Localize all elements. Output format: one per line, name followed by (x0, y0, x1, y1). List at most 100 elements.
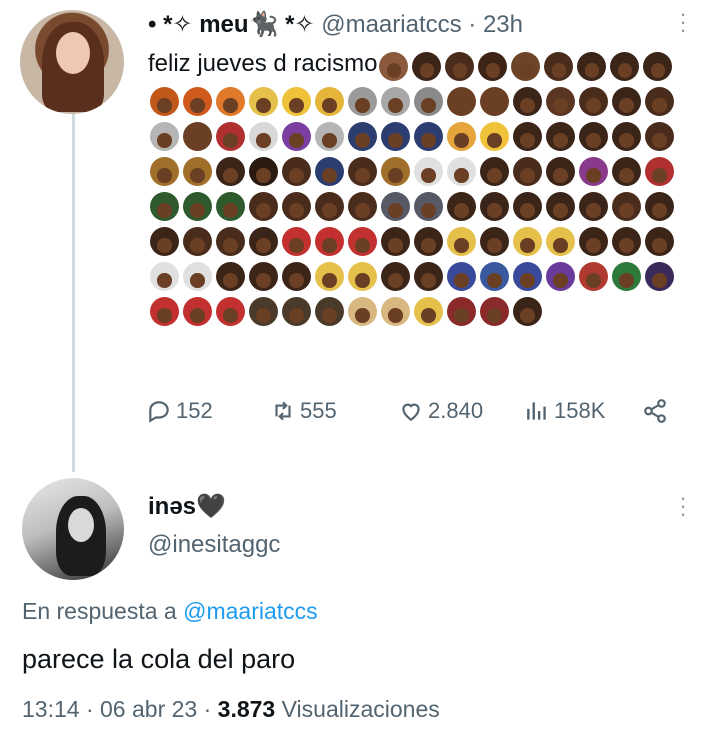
person-emoji-icon (445, 51, 475, 81)
person-emoji-icon (447, 261, 476, 291)
more-options-icon[interactable]: · · · (678, 3, 688, 41)
tweet-header: inəs🖤 @inesitaggc (148, 492, 280, 559)
person-emoji-icon (315, 86, 344, 116)
person-emoji-icon (414, 191, 443, 221)
person-emoji-icon (414, 261, 443, 291)
person-emoji-icon (480, 191, 509, 221)
like-count: 2.840 (428, 398, 484, 423)
reply-button[interactable]: 152 (146, 398, 213, 424)
person-emoji-icon (513, 261, 542, 291)
person-emoji-icon (645, 86, 674, 116)
tweet-text: feliz jueves d racismo (148, 46, 688, 326)
person-emoji-icon (381, 191, 410, 221)
person-emoji-icon (414, 226, 443, 256)
person-emoji-icon (579, 191, 608, 221)
person-emoji-icon (480, 296, 509, 326)
person-emoji-icon (348, 191, 377, 221)
person-emoji-icon (447, 121, 476, 151)
timestamp[interactable]: 23h (483, 11, 523, 38)
person-emoji-icon (643, 51, 673, 81)
reply-context: En respuesta a @maariatccs (22, 598, 318, 625)
person-emoji-icon (447, 191, 476, 221)
person-emoji-icon (216, 121, 245, 151)
person-emoji-icon (282, 296, 311, 326)
person-emoji-icon (579, 86, 608, 116)
person-emoji-icon (381, 156, 410, 186)
person-emoji-icon (513, 191, 542, 221)
person-emoji-icon (579, 121, 608, 151)
person-emoji-icon (579, 261, 608, 291)
person-emoji-icon (249, 261, 278, 291)
person-emoji-icon (249, 296, 278, 326)
tweet-date[interactable]: 06 abr 23 (100, 696, 197, 722)
tweet-actions: 152 555 2.840 158K (146, 398, 686, 434)
person-emoji-icon (546, 86, 575, 116)
person-emoji-icon (513, 86, 542, 116)
person-emoji-icon (645, 261, 674, 291)
tweet-text: parece la cola del paro (22, 644, 296, 674)
person-emoji-icon (414, 156, 443, 186)
person-emoji-icon (612, 226, 641, 256)
person-emoji-icon (315, 191, 344, 221)
person-emoji-icon (546, 121, 575, 151)
share-icon (644, 399, 666, 423)
display-name[interactable]: • *✧ meu🐈‍⬛ *✧ (148, 11, 315, 38)
avatar-face (68, 508, 94, 542)
person-emoji-icon (381, 261, 410, 291)
person-emoji-icon (480, 156, 509, 186)
person-emoji-icon (480, 121, 509, 151)
display-name[interactable]: inəs🖤 (148, 492, 280, 521)
share-button[interactable] (642, 398, 668, 424)
person-emoji-icon (216, 226, 245, 256)
person-emoji-icon (150, 156, 179, 186)
person-emoji-icon (282, 156, 311, 186)
person-emoji-icon (249, 86, 278, 116)
avatar-face (56, 32, 90, 74)
tweet-text-content: feliz jueves d racismo (148, 50, 378, 77)
person-emoji-icon (348, 121, 377, 151)
person-emoji-icon (282, 86, 311, 116)
person-emoji-icon (183, 156, 212, 186)
person-emoji-icon (412, 51, 442, 81)
person-emoji-icon (315, 226, 344, 256)
person-emoji-icon (612, 121, 641, 151)
person-emoji-icon (216, 86, 245, 116)
retweet-count: 555 (300, 398, 337, 423)
person-emoji-icon (513, 226, 542, 256)
like-button[interactable]: 2.840 (398, 398, 483, 424)
person-emoji-icon (249, 191, 278, 221)
more-options-icon[interactable]: · · · (678, 487, 688, 525)
person-emoji-icon (645, 226, 674, 256)
person-emoji-icon (282, 191, 311, 221)
person-emoji-icon (249, 226, 278, 256)
person-emoji-icon (183, 86, 212, 116)
retweet-button[interactable]: 555 (270, 398, 337, 424)
person-emoji-icon (546, 226, 575, 256)
avatar[interactable] (20, 10, 124, 114)
views-button[interactable]: 158K (524, 398, 605, 424)
separator-dot: · (468, 11, 477, 38)
person-emoji-icon (249, 156, 278, 186)
username[interactable]: @inesitaggc (148, 531, 280, 559)
person-emoji-icon (546, 191, 575, 221)
person-emoji-icon (150, 86, 179, 116)
tweet-time[interactable]: 13:14 (22, 696, 80, 722)
person-emoji-icon (315, 156, 344, 186)
person-emoji-icon (447, 86, 476, 116)
person-emoji-icon (381, 226, 410, 256)
person-emoji-icon (216, 261, 245, 291)
emoji-list (148, 50, 676, 326)
person-emoji-icon (183, 121, 212, 151)
person-emoji-icon (480, 261, 509, 291)
person-emoji-icon (513, 296, 542, 326)
username[interactable]: @maariatccs (321, 11, 461, 38)
person-emoji-icon (348, 296, 377, 326)
reply-handle-link[interactable]: @maariatccs (183, 598, 318, 624)
person-emoji-icon (480, 226, 509, 256)
person-emoji-icon (480, 86, 509, 116)
person-emoji-icon (282, 226, 311, 256)
avatar[interactable] (22, 478, 124, 580)
person-emoji-icon (150, 261, 179, 291)
person-emoji-icon (315, 261, 344, 291)
views-count: 3.873 (217, 696, 276, 722)
